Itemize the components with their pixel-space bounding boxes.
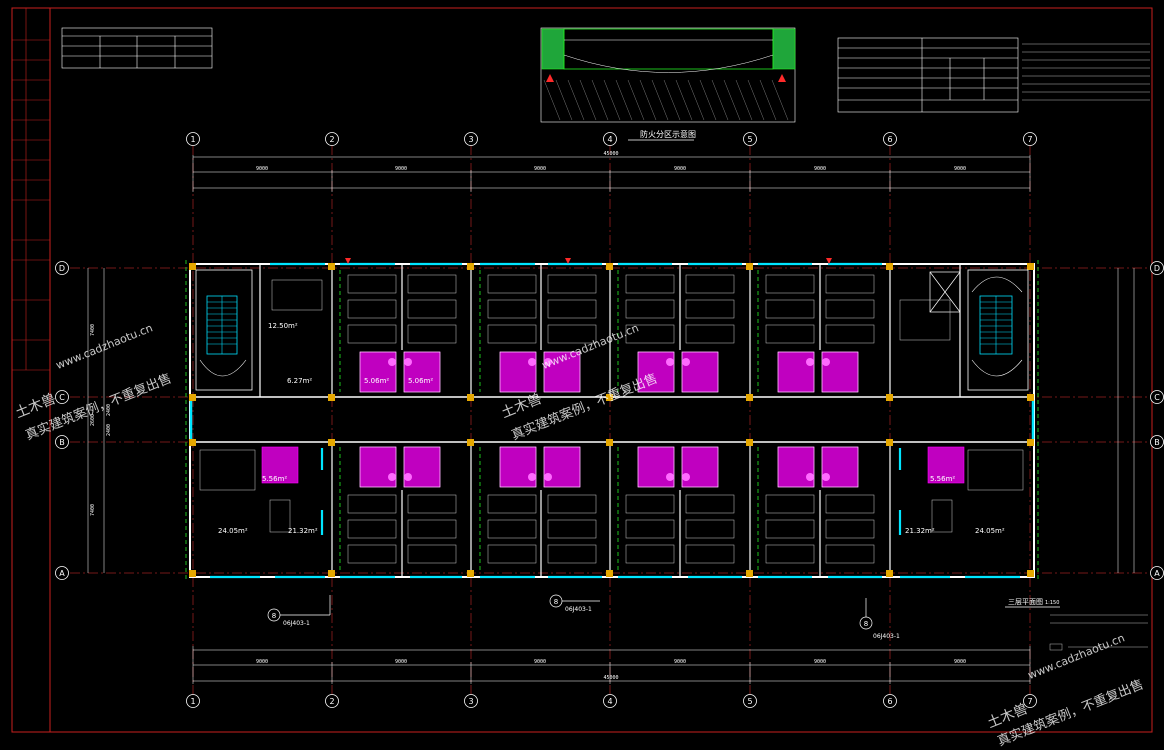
side-dimension-5: 7400 <box>90 504 96 516</box>
room-area-label-5: 5.56m² <box>262 475 287 483</box>
axis-bubbles-top <box>186 132 1037 708</box>
axis-label-4-bottom: 4 <box>607 697 612 706</box>
room-area-label-7: 21.32m² <box>288 527 318 535</box>
axis-label-d-right: D <box>1154 264 1160 273</box>
axis-label-4-top: 4 <box>607 135 612 144</box>
bay-dimension-2: 9000 <box>395 166 407 172</box>
design-notes-lines <box>1022 43 1150 101</box>
bay-dimension-bottom-4: 9000 <box>674 659 686 665</box>
room-area-label-8: 21.32m² <box>905 527 935 535</box>
overall-dimension-bottom: 45000 <box>603 675 618 681</box>
dimension-chains-top <box>192 155 1031 192</box>
side-dimension-1: 7400 <box>90 324 96 336</box>
left-title-strip <box>12 8 50 371</box>
bay-dimension-3: 9000 <box>534 166 546 172</box>
axis-grid-lines <box>70 145 1150 695</box>
detail-ref-2: 8 <box>554 598 558 606</box>
side-dimension-2: 2400 <box>106 404 112 416</box>
bathroom-fixtures-bottom <box>261 446 965 488</box>
axis-label-b-right: B <box>1154 438 1160 447</box>
room-area-label-9: 24.05m² <box>975 527 1005 535</box>
bay-dimension-1: 9000 <box>256 166 268 172</box>
room-area-label-10: 5.56m² <box>930 475 955 483</box>
side-dimension-4: 2400 <box>106 424 112 436</box>
dorm-furniture-top <box>271 274 951 344</box>
detail-ref-code-1: 06J403-1 <box>283 620 310 627</box>
bay-dimension-bottom-1: 9000 <box>256 659 268 665</box>
axis-label-7-top: 7 <box>1027 135 1032 144</box>
axis-label-7-bottom: 7 <box>1027 697 1032 706</box>
bay-dimension-4: 9000 <box>674 166 686 172</box>
cad-drawing-canvas[interactable]: 防火分区示意图 1 2 3 4 5 6 7 1 2 3 4 5 6 7 D C … <box>0 0 1164 736</box>
top-left-table <box>61 27 213 69</box>
axis-label-3-bottom: 3 <box>468 697 473 706</box>
detail-ref-code-3: 06J403-1 <box>873 633 900 640</box>
axis-label-5-bottom: 5 <box>747 697 752 706</box>
bay-dimension-bottom-6: 9000 <box>954 659 966 665</box>
axis-label-1-bottom: 1 <box>190 697 195 706</box>
overall-dimension-top: 45000 <box>603 151 618 157</box>
axis-label-3-top: 3 <box>468 135 473 144</box>
plan-title: 三层平面图 <box>1008 598 1043 606</box>
bay-dimension-6: 9000 <box>954 166 966 172</box>
axis-label-c-right: C <box>1154 393 1160 402</box>
stair-left <box>195 269 253 391</box>
elevator-shaft <box>929 271 961 313</box>
side-dimension-3: 2600 <box>90 414 96 426</box>
axis-label-5-top: 5 <box>747 135 752 144</box>
bay-dimension-bottom-5: 9000 <box>814 659 826 665</box>
axis-label-a-left: A <box>59 569 65 578</box>
axis-label-6-bottom: 6 <box>887 697 892 706</box>
detail-ref-1: 8 <box>272 612 276 620</box>
corridor-end-windows <box>189 400 1035 439</box>
detail-ref-code-2: 06J403-1 <box>565 606 592 613</box>
bay-dimension-bottom-3: 9000 <box>534 659 546 665</box>
fire-zone-title: 防火分区示意图 <box>640 129 696 139</box>
detail-ref-3: 8 <box>864 620 868 628</box>
plan-legend-lines <box>1049 614 1148 651</box>
bay-dimension-bottom-2: 9000 <box>395 659 407 665</box>
bathroom-fixtures-top <box>359 351 859 393</box>
fire-zone-diagram <box>540 27 796 123</box>
axis-label-d-left: D <box>59 264 65 273</box>
axis-label-2-top: 2 <box>329 135 334 144</box>
room-area-label-4: 5.06m² <box>408 377 433 385</box>
corridor-walls <box>190 396 1034 443</box>
plan-scale: 1:150 <box>1045 600 1059 606</box>
axis-label-2-bottom: 2 <box>329 697 334 706</box>
axis-label-c-left: C <box>59 393 65 402</box>
room-area-label-6: 24.05m² <box>218 527 248 535</box>
bay-dimension-5: 9000 <box>814 166 826 172</box>
axis-label-1-top: 1 <box>190 135 195 144</box>
stair-right <box>967 269 1029 391</box>
room-area-label-2: 6.27m² <box>287 377 312 385</box>
axis-label-6-top: 6 <box>887 135 892 144</box>
axis-label-b-left: B <box>59 438 65 447</box>
axis-label-a-right: A <box>1154 569 1160 578</box>
room-area-label-3: 5.06m² <box>364 377 389 385</box>
room-area-label-1: 12.50m² <box>268 322 298 330</box>
top-right-parameter-table <box>837 37 1019 113</box>
